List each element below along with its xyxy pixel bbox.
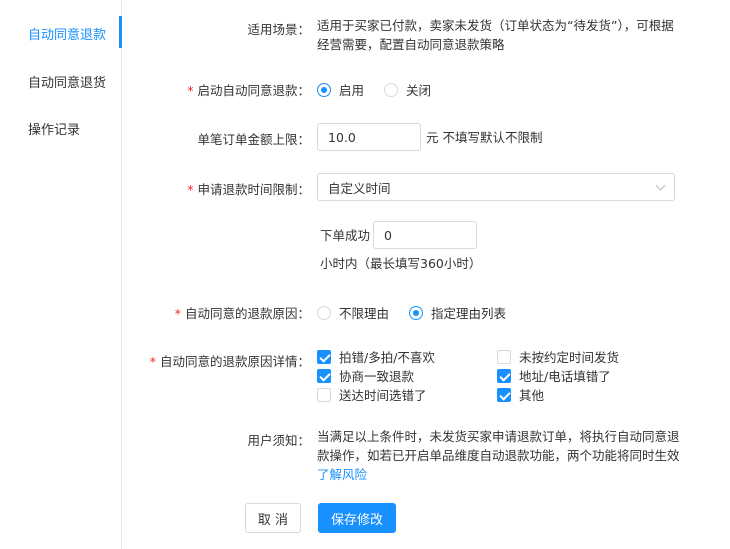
checkbox-unchecked-icon: [317, 387, 331, 402]
reason-detail-label: * 自动同意的退款原因详情：: [149, 354, 310, 369]
limit-input[interactable]: 10.0: [317, 123, 421, 151]
reason-checkbox[interactable]: 其他: [497, 385, 544, 404]
sidebar: 自动同意退款 自动同意退货 操作记录: [0, 0, 122, 549]
notice-line1: 当满足以上条件时，未发货买家申请退款订单，将执行自动同意退: [317, 429, 680, 444]
radio-checked-icon: [317, 82, 331, 97]
sidebar-item-auto-refund[interactable]: 自动同意退款: [28, 24, 106, 43]
scene-text-line2: 经营需要，配置自动同意退款策略: [317, 37, 505, 52]
enable-radio-off[interactable]: 关闭: [384, 80, 431, 99]
checkbox-checked-icon: [497, 387, 511, 402]
reason-checkbox[interactable]: 地址/电话填错了: [497, 366, 611, 385]
checkbox-unchecked-icon: [497, 349, 511, 364]
time-limit-selected: 自定义时间: [328, 180, 391, 196]
time-limit-select[interactable]: 自定义时间: [317, 173, 675, 201]
required-mark: *: [149, 354, 156, 369]
hours-input[interactable]: 0: [373, 221, 477, 249]
required-mark: *: [174, 306, 181, 321]
required-mark: *: [187, 83, 194, 98]
notice-label: 用户须知：: [247, 433, 310, 448]
reason-checkbox[interactable]: 拍错/多拍/不喜欢: [317, 347, 435, 366]
scene-label: 适用场景：: [247, 22, 310, 37]
required-mark: *: [187, 182, 194, 197]
sidebar-item-operation-log[interactable]: 操作记录: [28, 119, 80, 138]
radio-unchecked-icon: [317, 305, 331, 320]
reason-checkbox[interactable]: 送达时间选错了: [317, 385, 427, 404]
radio-checked-icon: [409, 305, 424, 320]
limit-hint: 元 不填写默认不限制: [426, 130, 543, 145]
checkbox-checked-icon: [497, 368, 511, 383]
enable-label: * 启动自动同意退款：: [187, 83, 310, 98]
save-button[interactable]: 保存修改: [318, 503, 396, 533]
reason-checkbox[interactable]: 未按约定时间发货: [497, 347, 619, 366]
checkbox-checked-icon: [317, 349, 331, 364]
radio-unchecked-icon: [384, 82, 399, 97]
hours-prefix: 下单成功: [320, 228, 371, 243]
active-indicator: [119, 16, 122, 48]
checkbox-checked-icon: [317, 368, 331, 383]
enable-radio-group: 启用 关闭: [317, 80, 451, 99]
reason-radio-group: 不限理由 指定理由列表: [317, 303, 526, 322]
scene-text-line1: 适用于买家已付款，卖家未发货（订单状态为“待发货”），可根据: [317, 18, 674, 33]
notice-line2: 款操作，如若已开启单品维度自动退款功能，两个功能将同时生效: [317, 448, 680, 463]
reason-radio-list[interactable]: 指定理由列表: [409, 303, 506, 322]
reason-radio-any[interactable]: 不限理由: [317, 303, 389, 322]
reason-checkbox[interactable]: 协商一致退款: [317, 366, 414, 385]
limit-label: 单笔订单金额上限：: [197, 132, 310, 147]
chevron-down-icon: [655, 180, 666, 190]
sidebar-item-auto-return[interactable]: 自动同意退货: [28, 72, 106, 91]
time-limit-label: * 申请退款时间限制：: [187, 182, 310, 197]
hours-suffix: 小时内（最长填写360小时）: [320, 256, 482, 271]
enable-radio-on[interactable]: 启用: [317, 80, 364, 99]
cancel-button[interactable]: 取 消: [245, 503, 301, 533]
risk-link[interactable]: 了解风险: [317, 465, 367, 484]
reason-label: * 自动同意的退款原因：: [174, 306, 310, 321]
